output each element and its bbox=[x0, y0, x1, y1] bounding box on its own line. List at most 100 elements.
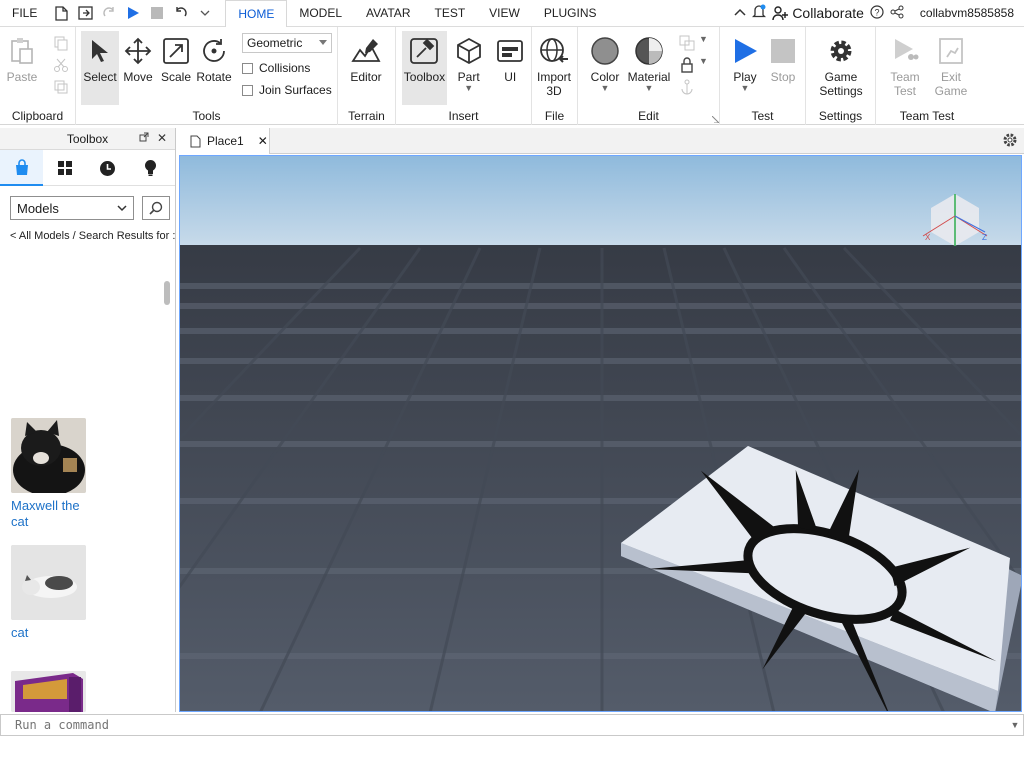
play-button[interactable]: Play ▼ bbox=[726, 31, 764, 105]
join-surfaces-checkbox-box[interactable] bbox=[242, 84, 253, 96]
play-label: Play bbox=[733, 70, 757, 84]
terrain-editor-button[interactable]: Editor bbox=[347, 31, 385, 105]
edit-settings-expander-icon[interactable] bbox=[711, 112, 721, 126]
svg-text:?: ? bbox=[874, 7, 879, 17]
transform-mode-dropdown[interactable]: Geometric bbox=[242, 33, 332, 53]
lock-icon[interactable] bbox=[679, 57, 695, 73]
scale-button[interactable]: Scale bbox=[157, 31, 195, 105]
tab-home[interactable]: HOME bbox=[225, 0, 288, 28]
select-button[interactable]: Select bbox=[81, 31, 119, 105]
publish-icon[interactable] bbox=[75, 3, 95, 23]
tab-place1[interactable]: Place1 ✕ bbox=[178, 128, 270, 154]
stop-label: Stop bbox=[770, 70, 796, 84]
color-button[interactable]: Color ▼ bbox=[583, 31, 627, 105]
toolbox-header-controls: ✕ bbox=[139, 131, 167, 145]
material-button[interactable]: Material ▼ bbox=[627, 31, 671, 105]
tab-plugins[interactable]: PLUGINS bbox=[532, 0, 609, 27]
search-button[interactable] bbox=[142, 196, 170, 220]
terrain-group: Editor Terrain bbox=[338, 27, 396, 125]
part-button[interactable]: Part ▼ bbox=[451, 31, 487, 105]
file-menu[interactable]: FILE bbox=[0, 0, 49, 27]
paste-button[interactable]: Paste bbox=[3, 31, 41, 105]
move-button[interactable]: Move bbox=[119, 31, 157, 105]
model-thumbnail[interactable] bbox=[11, 671, 86, 712]
undo-icon[interactable] bbox=[171, 3, 191, 23]
tab-creations[interactable] bbox=[129, 150, 172, 186]
shopping-bag-icon bbox=[15, 158, 28, 175]
help-icon[interactable]: ? bbox=[870, 4, 884, 22]
model-thumbnail[interactable] bbox=[11, 418, 86, 493]
model-card[interactable]: cat bbox=[11, 545, 87, 641]
model-thumbnail[interactable] bbox=[11, 545, 86, 620]
3d-viewport[interactable]: X Z bbox=[179, 155, 1022, 712]
command-input[interactable] bbox=[1, 715, 1007, 735]
exit-game-label: Exit Game bbox=[934, 70, 968, 98]
collapse-ribbon-icon[interactable] bbox=[734, 6, 746, 20]
exit-game-button[interactable]: Exit Game bbox=[928, 31, 974, 105]
view-settings-gear-icon[interactable] bbox=[1002, 132, 1018, 151]
notifications-icon[interactable] bbox=[752, 4, 767, 22]
stop-quick-icon[interactable] bbox=[147, 3, 167, 23]
terrain-editor-label: Editor bbox=[350, 70, 382, 84]
tab-recent[interactable] bbox=[86, 150, 129, 186]
cut-icon[interactable] bbox=[53, 57, 69, 73]
category-dropdown[interactable]: Models bbox=[10, 196, 134, 220]
collaborate-button[interactable]: Collaborate bbox=[772, 5, 864, 21]
command-bar: ▼ bbox=[0, 714, 1024, 736]
copy-icon[interactable] bbox=[53, 35, 69, 51]
group-dropdown-icon[interactable]: ▼ bbox=[699, 35, 708, 44]
edit-group: Color ▼ Material ▼ ▼ ▼ Edit bbox=[578, 27, 720, 125]
group-icon[interactable] bbox=[679, 35, 695, 51]
clipboard-group: Paste Clipboard bbox=[0, 27, 76, 125]
bottom-margin bbox=[0, 736, 1024, 768]
duplicate-icon[interactable] bbox=[53, 79, 69, 95]
new-file-icon[interactable] bbox=[51, 3, 71, 23]
stop-icon bbox=[767, 35, 799, 67]
part-dropdown-icon[interactable]: ▼ bbox=[464, 84, 473, 93]
color-dropdown-icon[interactable]: ▼ bbox=[601, 84, 610, 93]
rotate-button[interactable]: Rotate bbox=[195, 31, 233, 105]
anchor-icon[interactable] bbox=[679, 79, 695, 95]
collisions-checkbox[interactable]: Collisions bbox=[242, 61, 332, 75]
join-surfaces-checkbox[interactable]: Join Surfaces bbox=[242, 83, 332, 97]
toolbox-label: Toolbox bbox=[403, 70, 446, 84]
settings-group: Game Settings Settings bbox=[806, 27, 876, 125]
insert-group: Toolbox Part ▼ UI Insert bbox=[396, 27, 532, 125]
lightbulb-icon bbox=[145, 160, 156, 176]
breadcrumb[interactable]: < All Models / Search Results for : bbox=[0, 220, 175, 242]
material-dropdown-icon[interactable]: ▼ bbox=[645, 84, 654, 93]
tab-avatar[interactable]: AVATAR bbox=[354, 0, 422, 27]
username-label[interactable]: collabvm8585858 bbox=[920, 6, 1014, 20]
play-quick-icon[interactable] bbox=[123, 3, 143, 23]
toolbox-button[interactable]: Toolbox bbox=[402, 31, 447, 105]
cursor-icon bbox=[84, 35, 116, 67]
toolbox-scrollbar[interactable] bbox=[164, 281, 170, 305]
close-tab-icon[interactable]: ✕ bbox=[258, 134, 268, 148]
color-swatch-icon bbox=[589, 35, 621, 67]
tab-view[interactable]: VIEW bbox=[477, 0, 532, 27]
model-name[interactable]: Maxwell the cat bbox=[11, 498, 87, 530]
collisions-checkbox-box[interactable] bbox=[242, 62, 253, 74]
tab-test[interactable]: TEST bbox=[422, 0, 477, 27]
redo-icon[interactable] bbox=[99, 3, 119, 23]
play-dropdown-icon[interactable]: ▼ bbox=[741, 84, 750, 93]
command-history-dropdown-icon[interactable]: ▼ bbox=[1007, 720, 1023, 730]
tab-inventory[interactable] bbox=[43, 150, 86, 186]
lock-dropdown-icon[interactable]: ▼ bbox=[699, 57, 708, 66]
popout-icon[interactable] bbox=[139, 131, 149, 145]
tab-marketplace[interactable] bbox=[0, 150, 43, 186]
model-card[interactable]: Maxwell the cat bbox=[11, 418, 87, 530]
share-icon[interactable] bbox=[890, 5, 904, 22]
ui-button[interactable]: UI bbox=[492, 31, 528, 105]
team-test-icon bbox=[889, 35, 921, 67]
stop-button[interactable]: Stop bbox=[764, 31, 802, 105]
close-icon[interactable]: ✕ bbox=[157, 131, 167, 145]
customize-quick-access-icon[interactable] bbox=[195, 3, 215, 23]
material-icon bbox=[633, 35, 665, 67]
team-test-button[interactable]: Team Test bbox=[882, 31, 928, 105]
model-name[interactable]: cat bbox=[11, 625, 87, 641]
tab-model[interactable]: MODEL bbox=[287, 0, 354, 27]
game-settings-button[interactable]: Game Settings bbox=[818, 31, 864, 105]
import-3d-button[interactable]: Import 3D bbox=[535, 31, 573, 105]
model-card[interactable] bbox=[11, 671, 87, 712]
